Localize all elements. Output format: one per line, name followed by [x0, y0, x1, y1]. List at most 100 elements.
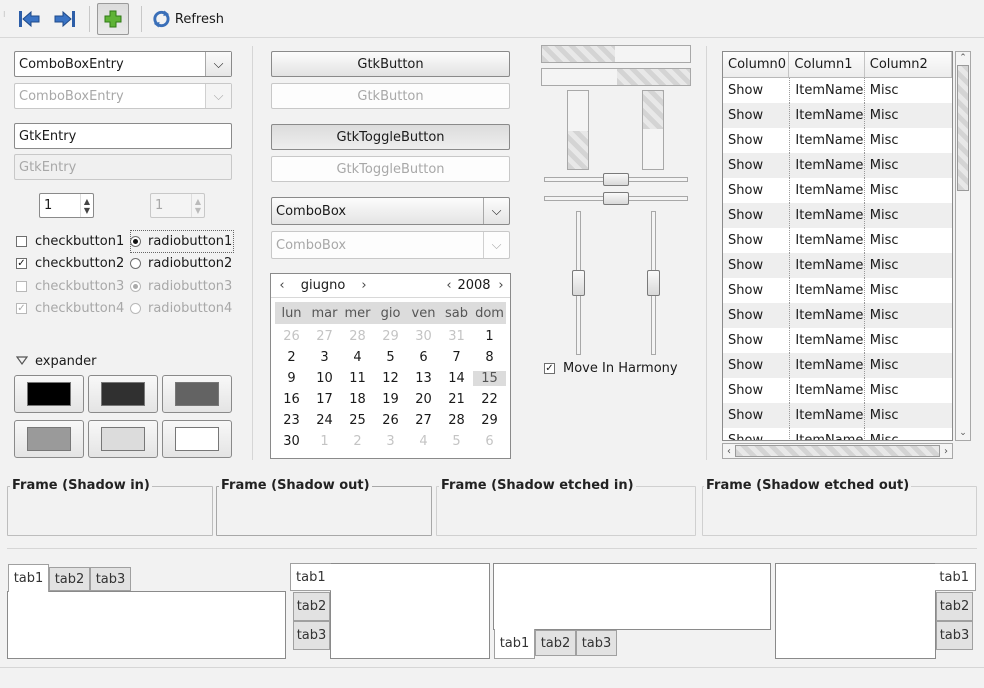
table-row[interactable]: Show ItemName Misc: [723, 153, 952, 178]
hscale-1-thumb[interactable]: [603, 173, 629, 186]
calendar-day[interactable]: 20: [407, 392, 440, 407]
calendar-day[interactable]: 24: [308, 413, 341, 428]
calendar-day[interactable]: 18: [341, 392, 374, 407]
notebook-right-tab1[interactable]: tab1: [935, 563, 976, 591]
calendar-day[interactable]: 22: [473, 392, 506, 407]
column-header[interactable]: Column0: [723, 52, 790, 77]
notebook-top-tab1[interactable]: tab1: [8, 564, 49, 592]
table-row[interactable]: Show ItemName Misc: [723, 78, 952, 103]
calendar-day[interactable]: 5: [440, 434, 473, 449]
spin-arrows[interactable]: ▲ ▼: [80, 194, 93, 217]
calendar-day[interactable]: 1: [473, 329, 506, 344]
vscale-1-thumb[interactable]: [572, 270, 585, 296]
column-header[interactable]: Column1: [789, 52, 865, 77]
notebook-right-tab2[interactable]: tab2: [936, 592, 973, 621]
chevron-up-icon[interactable]: ⌃: [956, 52, 970, 65]
tree-hscrollbar[interactable]: ‹ ›: [722, 443, 953, 459]
table-row[interactable]: Show ItemName Misc: [723, 128, 952, 153]
color-button[interactable]: [162, 375, 232, 413]
calendar-day[interactable]: 7: [440, 350, 473, 365]
calendar-day[interactable]: 10: [308, 371, 341, 386]
calendar-day[interactable]: 9: [275, 371, 308, 386]
table-row[interactable]: Show ItemName Misc: [723, 228, 952, 253]
calendar-day[interactable]: 27: [407, 413, 440, 428]
color-button[interactable]: [88, 420, 158, 458]
refresh-button[interactable]: Refresh: [148, 5, 224, 33]
calendar-day[interactable]: 26: [374, 413, 407, 428]
spin-button[interactable]: 1 ▲ ▼: [39, 193, 94, 218]
calendar-day[interactable]: 31: [440, 329, 473, 344]
calendar-day[interactable]: 26: [275, 329, 308, 344]
calendar-day[interactable]: 28: [341, 329, 374, 344]
chevron-right-icon[interactable]: ›: [940, 446, 952, 457]
table-row[interactable]: Show ItemName Misc: [723, 203, 952, 228]
table-row[interactable]: Show ItemName Misc: [723, 253, 952, 278]
combo-box[interactable]: ComboBox ⌵: [271, 197, 510, 225]
notebook-right-tab3[interactable]: tab3: [936, 621, 973, 650]
prev-year-icon[interactable]: ‹: [442, 278, 456, 293]
calendar-day[interactable]: 2: [341, 434, 374, 449]
notebook-left-tab1[interactable]: tab1: [290, 563, 331, 591]
calendar-day[interactable]: 19: [374, 392, 407, 407]
calendar-day[interactable]: 6: [407, 350, 440, 365]
table-row[interactable]: Show ItemName Misc: [723, 103, 952, 128]
table-row[interactable]: Show ItemName Misc: [723, 378, 952, 403]
gtk-entry[interactable]: GtkEntry: [14, 123, 232, 149]
radio[interactable]: [130, 258, 141, 270]
table-row[interactable]: Show ItemName Misc: [723, 328, 952, 353]
column-header[interactable]: Column2: [865, 52, 952, 77]
calendar-day[interactable]: 17: [308, 392, 341, 407]
calendar-day[interactable]: 3: [308, 350, 341, 365]
table-row[interactable]: Show ItemName Misc: [723, 428, 952, 440]
toolbar-grip[interactable]: ⁝: [3, 11, 7, 26]
chevron-up-icon[interactable]: ▲: [84, 197, 90, 206]
calendar-day[interactable]: 27: [308, 329, 341, 344]
add-button[interactable]: [97, 3, 129, 35]
calendar-day[interactable]: 21: [440, 392, 473, 407]
table-row[interactable]: Show ItemName Misc: [723, 178, 952, 203]
chevron-down-icon[interactable]: ⌄: [956, 427, 970, 440]
color-button[interactable]: [162, 420, 232, 458]
calendar-day[interactable]: 15: [473, 371, 506, 386]
gtk-button[interactable]: GtkButton: [271, 51, 510, 77]
calendar-day[interactable]: 6: [473, 434, 506, 449]
radio-button-1[interactable]: radiobutton1: [130, 230, 235, 253]
expander-triangle-icon[interactable]: [16, 356, 28, 366]
chevron-left-icon[interactable]: ‹: [723, 446, 735, 457]
notebook-top-tab3[interactable]: tab3: [90, 567, 131, 591]
calendar[interactable]: ‹ giugno › ‹ 2008 › lun mar mer gio ven sab do…: [270, 273, 511, 459]
tree-view[interactable]: Column0 Column1 Column2 Show ItemName Misc Sh…: [722, 51, 953, 441]
notebook-left-tab2[interactable]: tab2: [293, 592, 330, 621]
prev-month-icon[interactable]: ‹: [271, 278, 293, 293]
calendar-day[interactable]: 3: [374, 434, 407, 449]
check-button-2[interactable]: ✓ checkbutton2: [16, 253, 124, 276]
go-first-button[interactable]: [14, 5, 44, 33]
chevron-down-icon[interactable]: ▼: [84, 206, 90, 215]
radio-button-2[interactable]: radiobutton2: [130, 253, 234, 276]
calendar-day[interactable]: 30: [407, 329, 440, 344]
calendar-day[interactable]: 5: [374, 350, 407, 365]
color-button[interactable]: [14, 375, 84, 413]
notebook-bottom-tab1[interactable]: tab1: [494, 629, 535, 659]
notebook-bottom-tab2[interactable]: tab2: [535, 630, 576, 656]
gtk-toggle-button[interactable]: GtkToggleButton: [271, 124, 510, 150]
calendar-day[interactable]: 29: [374, 329, 407, 344]
next-year-icon[interactable]: ›: [492, 278, 510, 293]
move-in-harmony-check[interactable]: ✓ Move In Harmony: [544, 361, 678, 376]
check-button-1[interactable]: checkbutton1: [16, 230, 124, 253]
chevron-down-icon[interactable]: ⌵: [205, 52, 231, 76]
calendar-day[interactable]: 1: [308, 434, 341, 449]
color-button[interactable]: [14, 420, 84, 458]
expander[interactable]: expander: [16, 352, 97, 370]
hscale-2-thumb[interactable]: [603, 192, 629, 205]
calendar-day[interactable]: 30: [275, 434, 308, 449]
tree-vscrollbar[interactable]: ⌃ ⌄: [955, 51, 971, 441]
checkbox[interactable]: [16, 235, 27, 247]
calendar-day[interactable]: 14: [440, 371, 473, 386]
table-row[interactable]: Show ItemName Misc: [723, 303, 952, 328]
combo-box-entry[interactable]: ComboBoxEntry ⌵: [14, 51, 232, 77]
color-button[interactable]: [88, 375, 158, 413]
calendar-day[interactable]: 12: [374, 371, 407, 386]
chevron-down-icon[interactable]: ⌵: [483, 198, 509, 224]
radio[interactable]: [130, 235, 141, 247]
